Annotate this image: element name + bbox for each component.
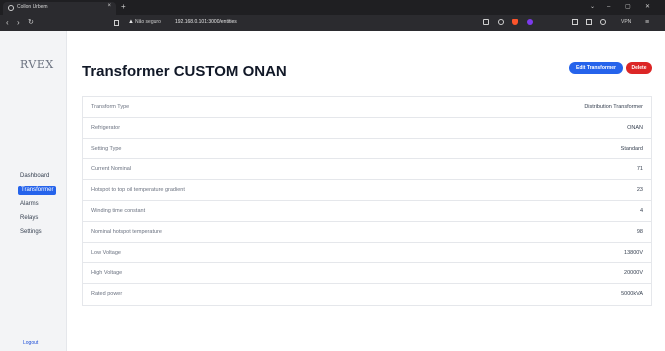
tab-title: Collon Urbem — [17, 4, 48, 10]
detail-row: Winding time constant 4 — [83, 201, 651, 222]
sidebar-toggle-icon[interactable] — [572, 19, 578, 25]
detail-row: High Voltage 20000V — [83, 263, 651, 285]
logo: RVEX — [20, 58, 54, 71]
forward-icon[interactable]: › — [17, 18, 20, 28]
address-bar: ‹ › ↻ ▲ Não seguro 192.168.0.101:3000/en… — [0, 15, 665, 31]
detail-value: Standard — [620, 145, 643, 152]
sidebar-item-alarms[interactable]: Alarms — [20, 200, 39, 209]
menu-icon[interactable]: ≡ — [645, 18, 649, 28]
detail-value: 13800V — [624, 249, 643, 256]
sidebar-item-transformer[interactable]: Transformer — [18, 186, 57, 195]
sidebar: RVEX Dashboard Transformer Alarms Relays… — [0, 31, 67, 351]
logout-link[interactable]: Logout — [23, 340, 38, 346]
security-warning[interactable]: Não seguro — [135, 19, 161, 25]
share-icon[interactable] — [498, 19, 504, 25]
sidebar-item-settings[interactable]: Settings — [20, 228, 42, 237]
detail-value: 20000V — [624, 270, 643, 277]
detail-row: Transform Type Distribution Transformer — [83, 97, 651, 118]
close-icon[interactable]: ✕ — [645, 3, 650, 11]
minimize-icon[interactable]: – — [607, 3, 610, 11]
warning-icon[interactable]: ▲ — [128, 19, 134, 25]
detail-row: Hotspot to top oil temperature gradient … — [83, 180, 651, 201]
detail-value: 23 — [636, 187, 643, 194]
detail-row: Setting Type Standard — [83, 139, 651, 160]
details-table: Transform Type Distribution Transformer … — [82, 96, 652, 306]
detail-label: Hotspot to top oil temperature gradient — [91, 187, 185, 194]
detail-value: 4 — [639, 207, 643, 214]
detail-row: Low Voltage 13800V — [83, 243, 651, 264]
close-icon[interactable]: × — [107, 3, 111, 9]
chevron-down-icon[interactable]: ⌄ — [590, 3, 595, 11]
detail-value: 71 — [636, 166, 643, 173]
page-title: Transformer CUSTOM ONAN — [82, 63, 287, 80]
detail-value: Distribution Transformer — [584, 104, 643, 110]
detail-label: Transform Type — [91, 104, 130, 110]
plus-icon[interactable]: + — [121, 2, 126, 12]
detail-label: Low Voltage — [91, 249, 121, 256]
detail-row: Current Nominal 71 — [83, 159, 651, 181]
browser-tab-bar: Collon Urbem × + ⌄ – ▢ ✕ — [0, 0, 665, 15]
detail-label: Winding time constant — [91, 207, 146, 214]
delete-button[interactable]: Delete — [626, 62, 652, 74]
leo-icon[interactable] — [600, 19, 606, 25]
detail-row: Refrigerator ONAN — [83, 118, 651, 139]
reload-icon[interactable]: ↻ — [28, 18, 34, 28]
browser-tab[interactable]: Collon Urbem × — [3, 2, 116, 15]
detail-label: Rated power — [91, 291, 123, 298]
url-field[interactable]: 192.168.0.101:3000/entities — [175, 19, 237, 25]
edit-transformer-button[interactable]: Edit Transformer — [569, 62, 623, 74]
detail-label: Nominal hotspot temperature — [91, 228, 162, 235]
detail-row: Nominal hotspot temperature 98 — [83, 222, 651, 243]
detail-label: Current Nominal — [91, 166, 132, 173]
detail-value: 5000kVA — [621, 291, 643, 298]
detail-value: 98 — [636, 228, 643, 235]
maximize-icon[interactable]: ▢ — [625, 3, 631, 11]
vpn-button[interactable]: VPN — [621, 19, 631, 25]
bookmark-icon[interactable] — [114, 20, 119, 26]
translate-icon[interactable] — [483, 19, 489, 25]
detail-value: ONAN — [627, 124, 643, 131]
detail-label: Refrigerator — [91, 124, 121, 131]
brave-shield-icon[interactable] — [512, 19, 518, 25]
rewards-icon[interactable] — [527, 19, 533, 25]
wallet-icon[interactable] — [586, 19, 592, 25]
globe-icon — [8, 5, 14, 11]
detail-row: Rated power 5000kVA — [83, 284, 651, 305]
back-icon[interactable]: ‹ — [6, 18, 9, 28]
sidebar-item-dashboard[interactable]: Dashboard — [20, 172, 49, 181]
sidebar-item-relays[interactable]: Relays — [20, 214, 38, 223]
detail-label: Setting Type — [91, 145, 122, 152]
detail-label: High Voltage — [91, 270, 123, 277]
